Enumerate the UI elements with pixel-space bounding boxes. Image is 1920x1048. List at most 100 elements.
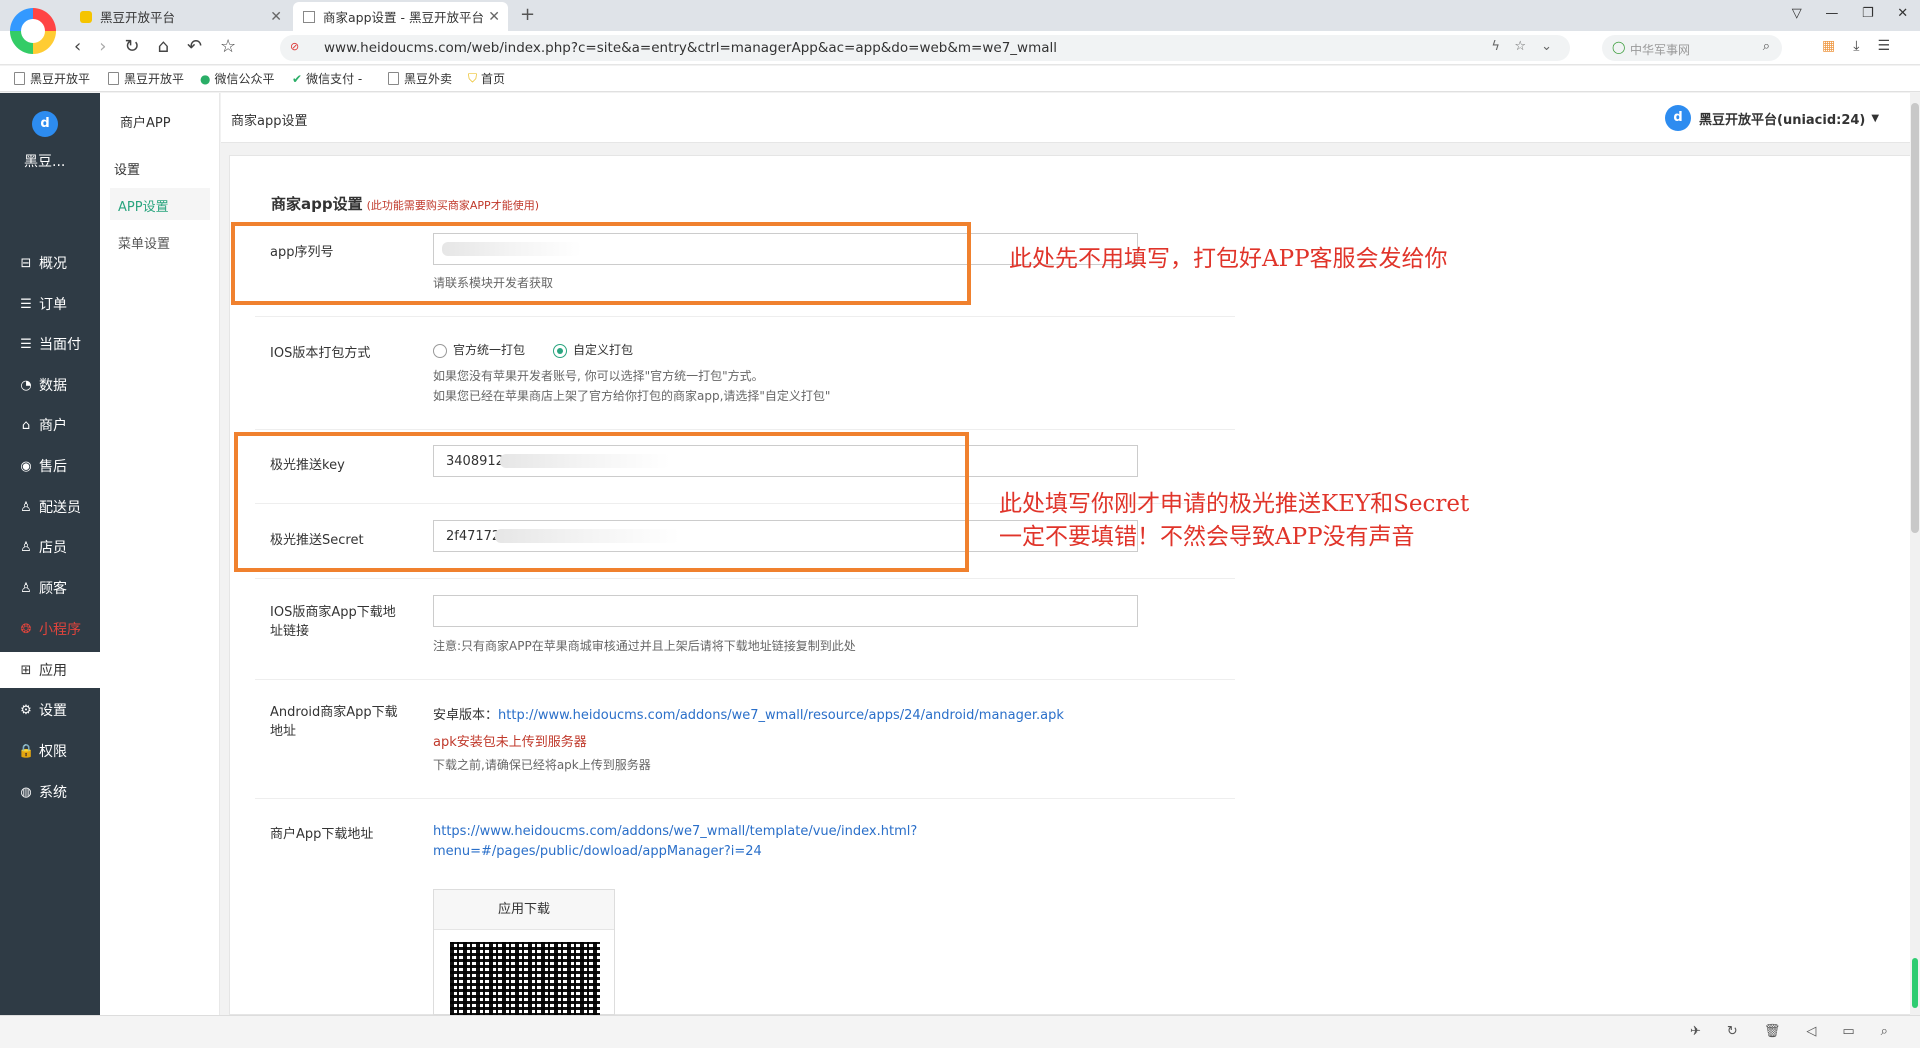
lock-icon: 🔒 bbox=[18, 743, 35, 759]
sidebar-item-pay[interactable]: ☰ 当面付 bbox=[0, 326, 100, 362]
order-icon: ☰ bbox=[20, 296, 32, 312]
back-icon[interactable]: ‹ bbox=[74, 36, 81, 57]
sidebar-item-data[interactable]: ◔ 数据 bbox=[0, 367, 100, 403]
search-box[interactable]: ◯ 中华军事网 ⌕ bbox=[1602, 35, 1782, 61]
volume-icon[interactable]: ◁ bbox=[1806, 1024, 1816, 1039]
sidebar-item-app[interactable]: ⊞ 应用 bbox=[0, 652, 100, 688]
restore-icon[interactable]: ❐ bbox=[1862, 6, 1874, 21]
apps-icon[interactable]: ▦ bbox=[1822, 38, 1835, 54]
subnav-label: 菜单设置 bbox=[118, 237, 171, 252]
courier-icon: ♙ bbox=[20, 499, 32, 515]
wechat-icon: ● bbox=[200, 71, 211, 86]
refresh-icon[interactable]: ↻ bbox=[1727, 1024, 1738, 1039]
sidebar-item-label: 数据 bbox=[39, 378, 67, 394]
ios-download-label: IOS版商家App下载地址链接 bbox=[270, 605, 396, 639]
tab-merchant-app[interactable]: 商家app设置 - 黑豆开放平台 ✕ bbox=[293, 2, 508, 31]
ios-download-input[interactable] bbox=[433, 595, 1138, 627]
home-icon[interactable]: ⌂ bbox=[158, 36, 169, 57]
annotation-note-2b: 一定不要填错！不然会导致APP没有声音 bbox=[999, 524, 1415, 550]
bookmark-item[interactable]: 黑豆开放平 bbox=[108, 70, 184, 87]
bookmark-item[interactable]: 黑豆外卖 bbox=[388, 70, 452, 87]
window-icon[interactable]: ▭ bbox=[1842, 1024, 1854, 1039]
search-icon[interactable]: ⌕ bbox=[1763, 39, 1770, 54]
menu-icon[interactable]: ☰ bbox=[1877, 38, 1890, 54]
zoom-icon[interactable]: ⌕ bbox=[1881, 1024, 1888, 1039]
divider bbox=[255, 798, 1235, 799]
tab-heidou[interactable]: 黑豆开放平台 ✕ bbox=[70, 2, 290, 31]
close-icon[interactable]: ✕ bbox=[1897, 6, 1908, 21]
reload-icon[interactable]: ↻ bbox=[124, 36, 139, 57]
sidebar-item-clerk[interactable]: ♙ 店员 bbox=[0, 529, 100, 565]
forward-icon[interactable]: › bbox=[99, 36, 106, 57]
bookmark-item[interactable]: ✔ 微信支付 - bbox=[292, 70, 362, 87]
scrollbar[interactable] bbox=[1910, 93, 1920, 1015]
close-tab-icon[interactable]: ✕ bbox=[488, 9, 500, 25]
status-icons: ✈ ↻ 🗑 ◁ ▭ ⌕ bbox=[1690, 1024, 1888, 1039]
subnav-title: 商户APP bbox=[120, 116, 171, 131]
brand-logo-icon[interactable]: d bbox=[32, 111, 58, 137]
pay-icon: ☰ bbox=[20, 336, 32, 352]
sidebar-item-overview[interactable]: ⊟ 概况 bbox=[0, 245, 100, 281]
sidebar-item-courier[interactable]: ♙ 配送员 bbox=[0, 489, 100, 525]
url-field[interactable]: ⊘ www.heidoucms.com/web/index.php?c=site… bbox=[280, 35, 1570, 61]
bookmark-item[interactable]: ● 微信公众平 bbox=[200, 70, 275, 87]
nav-buttons: ‹ › ↻ ⌂ ↶ ☆ bbox=[74, 36, 236, 57]
sidebar-item-label: 顾客 bbox=[39, 581, 67, 597]
subnav-item-app-settings[interactable]: APP设置 bbox=[110, 188, 210, 220]
android-download-link[interactable]: http://www.heidoucms.com/addons/we7_wmal… bbox=[498, 708, 1064, 723]
miniprogram-icon: ❂ bbox=[20, 621, 32, 637]
scrollbar-thumb[interactable] bbox=[1911, 103, 1919, 533]
sidebar-item-label: 店员 bbox=[39, 540, 67, 556]
sidebar-item-order[interactable]: ☰ 订单 bbox=[0, 286, 100, 322]
undo-icon[interactable]: ↶ bbox=[187, 36, 202, 57]
ios-download-help: 注意:只有商家APP在苹果商城审核通过并且上架后请将下载地址链接复制到此处 bbox=[433, 639, 856, 653]
trash-icon[interactable]: 🗑 bbox=[1764, 1024, 1781, 1039]
sidebar: d 黑豆... ⊟ 概况 ☰ 订单 ☰ 当面付 ◔ 数据 ⌂ 商户 ◉ 售后 ♙ 配送员 ♙ 店员 ♙ 顾客 ❂ 小程… bbox=[0, 93, 100, 1015]
new-tab-button[interactable]: + bbox=[520, 4, 535, 25]
sidebar-item-system[interactable]: ◍ 系统 bbox=[0, 774, 100, 810]
clerk-icon: ♙ bbox=[20, 539, 32, 555]
android-prefix: 安卓版本： bbox=[433, 708, 499, 723]
favorite-icon[interactable]: ☆ bbox=[1514, 39, 1526, 54]
sidebar-item-label: 权限 bbox=[39, 744, 67, 760]
sidebar-item-settings[interactable]: ⚙ 设置 bbox=[0, 692, 100, 728]
heading-text: 商家app设置 bbox=[271, 195, 363, 213]
radio-official[interactable]: 官方统一打包 bbox=[433, 341, 525, 358]
tshirt-icon[interactable]: ▽ bbox=[1792, 6, 1802, 21]
bookmark-item[interactable]: 黑豆开放平 bbox=[14, 70, 90, 87]
chevron-down-icon[interactable]: ⌄ bbox=[1541, 39, 1552, 54]
radio-label: 官方统一打包 bbox=[453, 343, 526, 357]
account-name: 黑豆开放平台(uniacid:24) bbox=[1699, 112, 1866, 128]
sidebar-item-store[interactable]: ⌂ 商户 bbox=[0, 407, 100, 443]
radio-custom[interactable]: 自定义打包 bbox=[553, 341, 633, 358]
radio-label: 自定义打包 bbox=[573, 343, 634, 357]
star-icon[interactable]: ☆ bbox=[220, 36, 236, 57]
sidebar-item-label: 订单 bbox=[39, 297, 67, 313]
download-icon[interactable]: ⤓ bbox=[1853, 38, 1859, 54]
bookmark-item[interactable]: ⛉ 首页 bbox=[468, 70, 505, 87]
bookmarks-bar: 黑豆开放平 黑豆开放平 ● 微信公众平 ✔ 微信支付 - 黑豆外卖 ⛉ 首页 bbox=[0, 66, 1920, 92]
account-menu[interactable]: d 黑豆开放平台(uniacid:24) ▼ bbox=[1665, 105, 1879, 131]
store-icon: ⌂ bbox=[21, 417, 31, 433]
app-icon: ⊞ bbox=[20, 662, 32, 678]
caret-down-icon: ▼ bbox=[1871, 112, 1880, 124]
sidebar-item-customer[interactable]: ♙ 顾客 bbox=[0, 570, 100, 606]
minimize-icon[interactable]: — bbox=[1825, 6, 1838, 21]
overview-icon: ⊟ bbox=[20, 255, 32, 271]
top-bar: 商家app设置 d 黑豆开放平台(uniacid:24) ▼ bbox=[221, 93, 1920, 143]
rocket-icon[interactable]: ✈ bbox=[1690, 1024, 1701, 1039]
sidebar-item-aftersale[interactable]: ◉ 售后 bbox=[0, 448, 100, 484]
close-tab-icon[interactable]: ✕ bbox=[270, 9, 282, 25]
browser-logo-icon[interactable] bbox=[10, 8, 56, 54]
bookmark-label: 微信支付 - bbox=[306, 72, 363, 86]
sidebar-item-miniprogram[interactable]: ❂ 小程序 bbox=[0, 611, 100, 647]
merchant-download-link-line1[interactable]: https://www.heidoucms.com/addons/we7_wma… bbox=[433, 824, 917, 839]
qr-card: 应用下载 bbox=[433, 889, 615, 1016]
subnav-item-menu-settings[interactable]: 菜单设置 bbox=[118, 233, 170, 252]
subnav-group: 设置 bbox=[114, 163, 141, 178]
heading-note: (此功能需要购买商家APP才能使用) bbox=[366, 199, 539, 212]
sidebar-item-lock[interactable]: 🔒 权限 bbox=[0, 733, 100, 769]
android-warning: apk安装包未上传到服务器 bbox=[433, 735, 587, 750]
lightning-icon[interactable]: ϟ bbox=[1491, 39, 1500, 54]
merchant-download-link-line2[interactable]: menu=#/pages/public/dowload/appManager?i… bbox=[433, 844, 762, 859]
